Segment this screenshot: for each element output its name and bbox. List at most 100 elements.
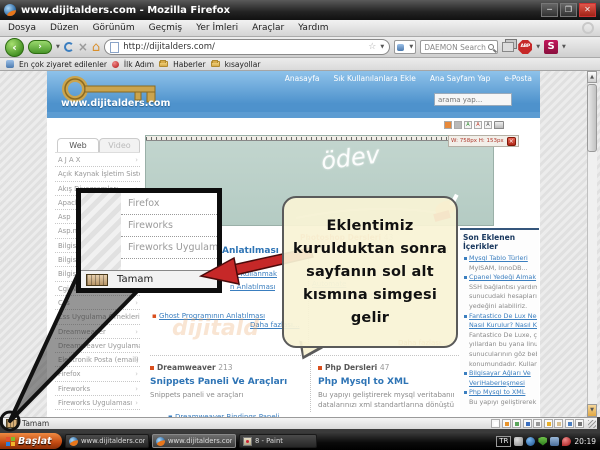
menu-item[interactable]: Yardım [298,23,328,33]
site-nav-link[interactable]: Anasayfa [285,74,320,83]
scroll-down-icon[interactable]: ▼ [587,404,597,417]
taskbar-task-firefox-1[interactable]: www.dijitalders.com -... [65,434,149,448]
recent-line[interactable]: Bu yapıyı geliştirerek mysql [463,398,537,408]
article-title[interactable]: Php Mysql to XML [318,377,409,387]
engine-dropdown-icon[interactable]: ▼ [409,44,413,50]
resize-grip[interactable] [588,420,596,428]
save-icon[interactable] [523,419,532,428]
stylish-dropdown-icon[interactable]: ▼ [562,44,566,50]
tab-web[interactable]: Web [57,138,99,152]
recent-line[interactable]: yedeğini alabiliriz. [463,302,537,312]
adblock-dropdown-icon[interactable]: ▼ [536,44,540,50]
new-page-icon[interactable] [491,419,500,428]
site-nav-link[interactable]: Ana Sayfam Yap [430,74,491,83]
popup-menu-item[interactable]: Firefox [121,193,217,215]
url-dropdown-icon[interactable]: ▼ [380,44,384,50]
menu-item[interactable]: Dosya [8,23,36,33]
bookmark-news[interactable]: Haberler [173,60,205,69]
stop-icon[interactable]: × [78,41,88,53]
search-engine-select[interactable]: ▼ [394,40,416,54]
search-box[interactable]: DAEMON Search [420,40,498,54]
menu-item[interactable]: Düzen [50,23,79,33]
article-title[interactable]: Snippets Paneli Ve Araçları [150,377,287,387]
recent-line[interactable]: Mysql Tablo Türleri [463,254,537,264]
highlight-icon[interactable] [444,121,452,129]
stylish-icon[interactable]: S [544,40,558,54]
back-button[interactable]: ‹ [5,38,24,57]
recent-line[interactable]: Nasıl Kurulur? Nasıl Kald.. [463,321,537,331]
font-reset-icon[interactable]: A [484,121,492,129]
bookmark-star-icon[interactable]: ☆ [368,42,376,52]
search-icon[interactable] [488,44,494,50]
popup-menu-item[interactable]: Fireworks [121,215,217,237]
sidebar-menu-item[interactable]: A J A X [55,153,140,167]
taskbar-task-firefox-2[interactable]: www.dijitalders.com -... [152,434,236,448]
recent-line[interactable]: VeriHaberleşmesi [463,379,537,389]
image-icon[interactable] [512,419,521,428]
menu-item[interactable]: Görünüm [93,23,135,33]
sidebar-menu-item[interactable]: Fireworks [55,382,140,396]
tools-icon[interactable] [575,419,584,428]
recent-line[interactable]: Cpanel Yedeği Almak [463,273,537,283]
recent-line[interactable]: sunucularının göz bebeği [463,350,537,360]
recent-line[interactable]: sunucudaki hesapların komple [463,292,537,302]
home-icon[interactable]: ⌂ [92,41,100,54]
site-search-input[interactable] [434,93,512,106]
url-text[interactable]: http://dijitalders.com/ [123,42,215,52]
bookmark-shortcuts[interactable]: kısayollar [225,60,261,69]
alert-tray-icon[interactable] [562,437,571,446]
recent-line[interactable]: konumundadır. Kullanım ... [463,360,537,370]
recent-line[interactable]: yıllardan bu yana linux [463,340,537,350]
language-indicator[interactable]: TR [496,436,511,447]
user-tray-icon[interactable] [514,437,523,446]
recent-line[interactable]: Fantastico De Luxe, çiltiği [463,331,537,341]
recent-line[interactable]: Fantastico De Lux Nedir? [463,312,537,322]
menu-item[interactable]: Araçlar [252,23,284,33]
category-php[interactable]: Php Dersleri 47 [318,363,389,372]
menu-item[interactable]: Yer İmleri [196,23,238,33]
network-tray-icon[interactable] [526,437,535,446]
maximize-button[interactable]: ❐ [560,3,577,17]
pen-icon[interactable] [565,419,574,428]
start-button[interactable]: Başlat [0,433,62,449]
sidebar-menu-item[interactable]: Css [55,296,140,310]
scrollbar-thumb[interactable] [587,84,597,152]
article-link[interactable]: n Anlatılması [230,283,275,291]
edit-icon[interactable] [502,419,511,428]
refresh-icon[interactable] [64,42,74,52]
sidebar-menu-item[interactable]: Firefox [55,367,140,381]
addon-status-icon[interactable] [6,419,18,428]
sidebar-menu-item[interactable]: Dreamweaver Uygulamaları [55,339,140,353]
close-button[interactable]: ✕ [579,3,596,17]
adblock-icon[interactable]: ABP [518,40,532,54]
site-nav-link[interactable]: Sık Kullanılanlara Ekle [333,74,415,83]
tab-video[interactable]: Video [99,138,140,152]
recent-line[interactable]: Bilgisayar Ağları Ve [463,369,537,379]
reload-icon[interactable] [544,419,553,428]
sidebar-menu-item[interactable]: Fireworks Uygulaması [55,396,140,410]
screenshot-icon[interactable] [502,42,514,52]
print-icon[interactable] [494,121,504,129]
recent-line[interactable]: SSH bağlantısı yardımı ile [463,283,537,293]
popup-status-label[interactable]: Tamam [117,274,153,285]
bookmark-most-visited[interactable]: En çok ziyaret edilenler [19,60,107,69]
sidebar-menu-item[interactable]: Açık Kaynak İşletim Sistemleri [55,167,140,181]
article-link[interactable]: ını Kullanmak [230,270,277,278]
url-bar[interactable]: http://dijitalders.com/ ☆ ▼ [104,39,390,55]
category-dreamweaver[interactable]: Dreamweaver 213 [150,363,233,372]
bookmark-first-step[interactable]: İlk Adım [124,60,154,69]
forward-button[interactable]: › [28,40,52,54]
recent-line[interactable]: MyISAM, InnoDB... [463,264,537,274]
popup-menu-item[interactable]: Fireworks Uygulam [121,237,217,259]
menu-item[interactable]: Geçmiş [149,23,182,33]
site-nav-link[interactable]: e-Posta [504,74,532,83]
badge-close-icon[interactable]: × [507,137,516,146]
recent-line[interactable]: Php Mysql to XML [463,388,537,398]
mail-icon[interactable] [554,419,563,428]
print-small-icon[interactable] [533,419,542,428]
font-decrease-icon[interactable]: A [474,121,482,129]
site-logo[interactable]: www.dijitalders.com [61,98,170,109]
history-dropdown-icon[interactable]: ▼ [56,44,60,50]
sidebar-menu-item[interactable]: Css Uygulama Örnekleri [55,310,140,324]
sidebar-menu-item[interactable]: Dreamweaver [55,325,140,339]
